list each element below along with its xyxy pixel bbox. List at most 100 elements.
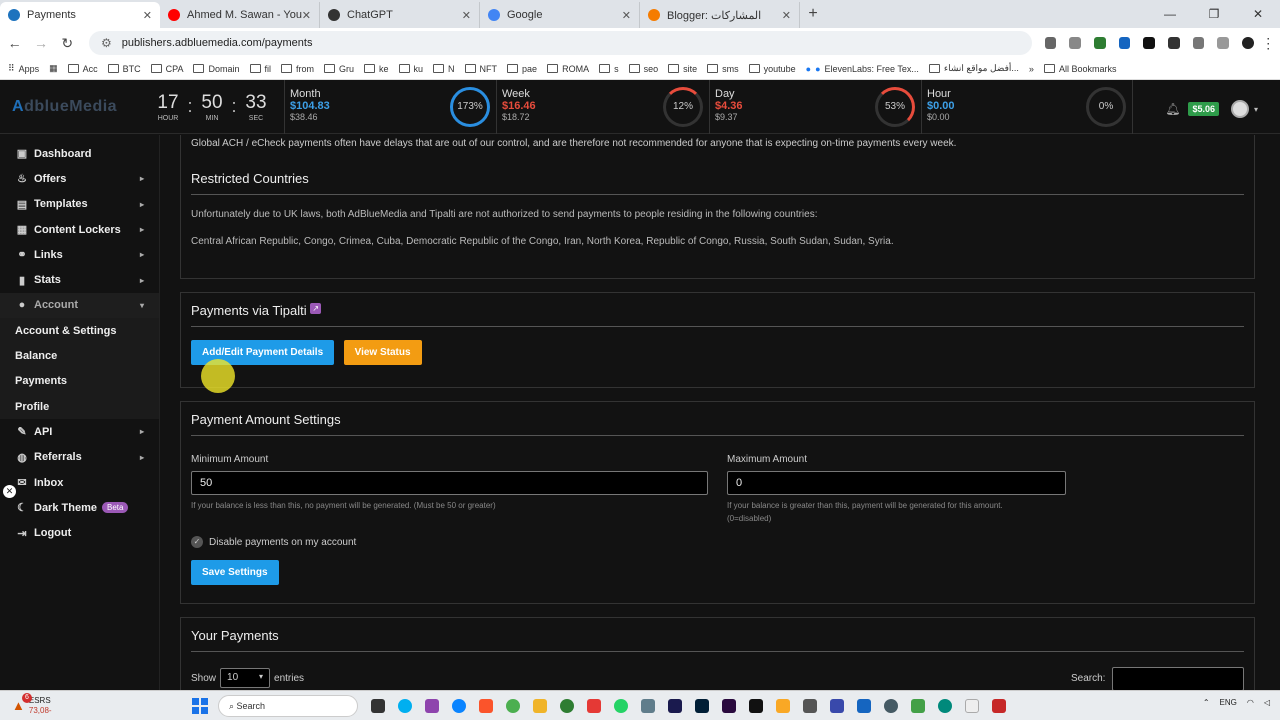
sidebar-item-dark-theme[interactable]: ☾ Dark Theme Beta <box>0 495 159 520</box>
bookmark-folder[interactable]: site <box>668 64 697 74</box>
reload-icon[interactable]: ↻ <box>56 35 79 52</box>
bookmark-folder[interactable]: seo <box>628 64 658 74</box>
sidebar-subitem-profile[interactable]: Profile <box>0 393 159 420</box>
bookmark-item[interactable]: ● ● ElevenLabs: Free Tex... <box>806 64 919 74</box>
bookmark-item[interactable]: ⠿ Apps <box>8 63 39 74</box>
bookmark-folder[interactable]: ku <box>398 64 423 74</box>
external-link-icon[interactable]: ↗ <box>310 303 322 314</box>
bookmark-folder[interactable]: Acc <box>67 64 98 74</box>
sidebar-item-templates[interactable]: ▤ Templates ▸ <box>0 192 159 217</box>
browser-tab[interactable]: ChatGPT ✕ <box>320 2 480 28</box>
bookmark-folder[interactable]: N <box>433 64 455 74</box>
sidebar-subitem-balance[interactable]: Balance <box>0 343 159 369</box>
weather-widget[interactable]: ▲ 6 ESRS 73,08- <box>0 693 170 716</box>
chevron-up-icon[interactable]: ⌃ <box>1203 698 1210 707</box>
sidebar-item-offers[interactable]: ♨ Offers ▸ <box>0 166 159 191</box>
sidebar-item-dashboard[interactable]: ▣ Dashboard <box>0 141 159 166</box>
sidebar-subitem-account-settings[interactable]: Account & Settings <box>0 318 159 344</box>
close-tab-icon[interactable]: ✕ <box>462 9 471 22</box>
close-icon[interactable]: ✕ <box>3 485 16 498</box>
close-tab-icon[interactable]: ✕ <box>782 9 791 22</box>
balance-badge[interactable]: $5.06 <box>1188 102 1219 116</box>
puzzle-icon[interactable] <box>1192 37 1205 49</box>
close-tab-icon[interactable]: ✕ <box>302 9 311 22</box>
bookmark-folder[interactable]: NFT <box>464 64 497 74</box>
bookmark-folder[interactable]: sms <box>707 64 739 74</box>
wifi-icon[interactable]: ◠ <box>1247 698 1254 707</box>
bookmark-item[interactable]: أفضل مواقع انشاء... <box>928 63 1019 74</box>
app-icon[interactable] <box>938 698 952 713</box>
app-icon[interactable] <box>560 698 574 713</box>
app-icon[interactable] <box>884 698 898 713</box>
star-icon[interactable] <box>1069 37 1082 49</box>
site-info-icon[interactable]: ⚙ <box>101 36 112 50</box>
bookmark-folder[interactable]: BTC <box>107 64 141 74</box>
sidebar-item-content-lockers[interactable]: ▦ Content Lockers ▸ <box>0 217 159 242</box>
browser-tab[interactable]: Google ✕ <box>480 2 640 28</box>
chevron-down-icon[interactable]: ▾ <box>1254 105 1258 114</box>
max-amount-input[interactable]: 0 <box>727 471 1066 495</box>
sidebar-subitem-payments[interactable]: Payments <box>0 368 159 394</box>
extension-icon[interactable] <box>1118 37 1131 49</box>
capcut-icon[interactable] <box>749 698 763 713</box>
bookmark-folder[interactable]: CPA <box>150 64 183 74</box>
sidebar-item-api[interactable]: ✎ API ▸ <box>0 419 159 444</box>
minimize-icon[interactable]: — <box>1148 0 1192 28</box>
bookmark-folder[interactable]: All Bookmarks <box>1043 64 1116 74</box>
sidebar-item-account[interactable]: ● Account ▾ <box>0 292 159 319</box>
edge-icon[interactable] <box>452 698 466 713</box>
browser-tab[interactable]: Ahmed M. Sawan - YouTube✕ <box>160 2 320 28</box>
bell-icon[interactable]: 🔔︎ <box>1165 102 1180 116</box>
copilot-icon[interactable] <box>425 698 439 713</box>
bookmark-folder[interactable]: from <box>281 64 314 74</box>
browser-tab[interactable]: Payments ✕ <box>0 2 160 28</box>
audition-icon[interactable] <box>668 698 682 713</box>
chrome-icon[interactable] <box>506 698 520 713</box>
sidebar-item-referrals[interactable]: ◍ Referrals ▸ <box>0 445 159 470</box>
extension-icon[interactable] <box>1094 37 1106 49</box>
extension-icon[interactable] <box>1168 37 1180 49</box>
menu-icon[interactable]: ⋮ <box>1257 35 1280 52</box>
bookmark-folder[interactable]: youtube <box>748 64 796 74</box>
recorder-icon[interactable] <box>992 698 1006 713</box>
app-icon[interactable] <box>911 698 925 713</box>
premiere-icon[interactable] <box>722 698 736 713</box>
bookmark-folder[interactable]: Domain <box>193 64 240 74</box>
volume-icon[interactable]: ◁ <box>1264 698 1270 707</box>
brave-icon[interactable] <box>479 698 493 713</box>
app-icon[interactable] <box>587 698 601 713</box>
app-icon[interactable] <box>776 698 790 713</box>
app-icon[interactable] <box>803 698 817 713</box>
whatsapp-icon[interactable] <box>614 698 628 713</box>
bookmark-folder[interactable]: s <box>599 64 619 74</box>
windows-start-icon[interactable] <box>192 697 208 714</box>
photoshop-icon[interactable] <box>695 698 709 713</box>
avatar[interactable] <box>1230 100 1249 118</box>
close-window-icon[interactable]: ✕ <box>1236 0 1280 28</box>
bookmark-folder[interactable]: Gru <box>324 64 354 74</box>
search-input[interactable] <box>1112 667 1244 690</box>
language-indicator[interactable]: ENG <box>1220 698 1237 707</box>
sidebar-item-inbox[interactable]: ✉ Inbox <box>0 470 159 495</box>
browser-tab[interactable]: Blogger: المشاركات ✕ <box>640 2 800 28</box>
sidebar-item-stats[interactable]: ▮ Stats ▸ <box>0 267 159 292</box>
bookmark-item[interactable]: ▦ <box>49 63 58 74</box>
taskbar-search[interactable]: ⌕ Search <box>218 694 358 717</box>
notepad-icon[interactable] <box>965 698 979 713</box>
min-amount-input[interactable]: 50 <box>191 471 708 495</box>
explorer-icon[interactable] <box>533 698 547 713</box>
app-icon[interactable] <box>830 698 844 713</box>
more-bookmarks-icon[interactable]: » <box>1029 64 1034 74</box>
bookmark-folder[interactable]: ROMA <box>547 64 589 74</box>
bookmark-folder[interactable]: ke <box>364 64 389 74</box>
entries-select[interactable]: 10 ▾ <box>220 668 271 688</box>
logo[interactable]: AdblueMedia <box>0 98 150 116</box>
close-tab-icon[interactable]: ✕ <box>622 9 631 22</box>
close-tab-icon[interactable]: ✕ <box>143 9 152 22</box>
sidebar-item-links[interactable]: ⚭ Links ▸ <box>0 242 159 267</box>
profile-icon[interactable] <box>1241 37 1254 49</box>
file-explorer-icon[interactable] <box>371 698 385 713</box>
back-icon[interactable]: ← <box>3 35 26 51</box>
skype-icon[interactable] <box>398 698 412 713</box>
disable-payments-checkbox[interactable]: ✓ Disable payments on my account <box>191 536 356 548</box>
